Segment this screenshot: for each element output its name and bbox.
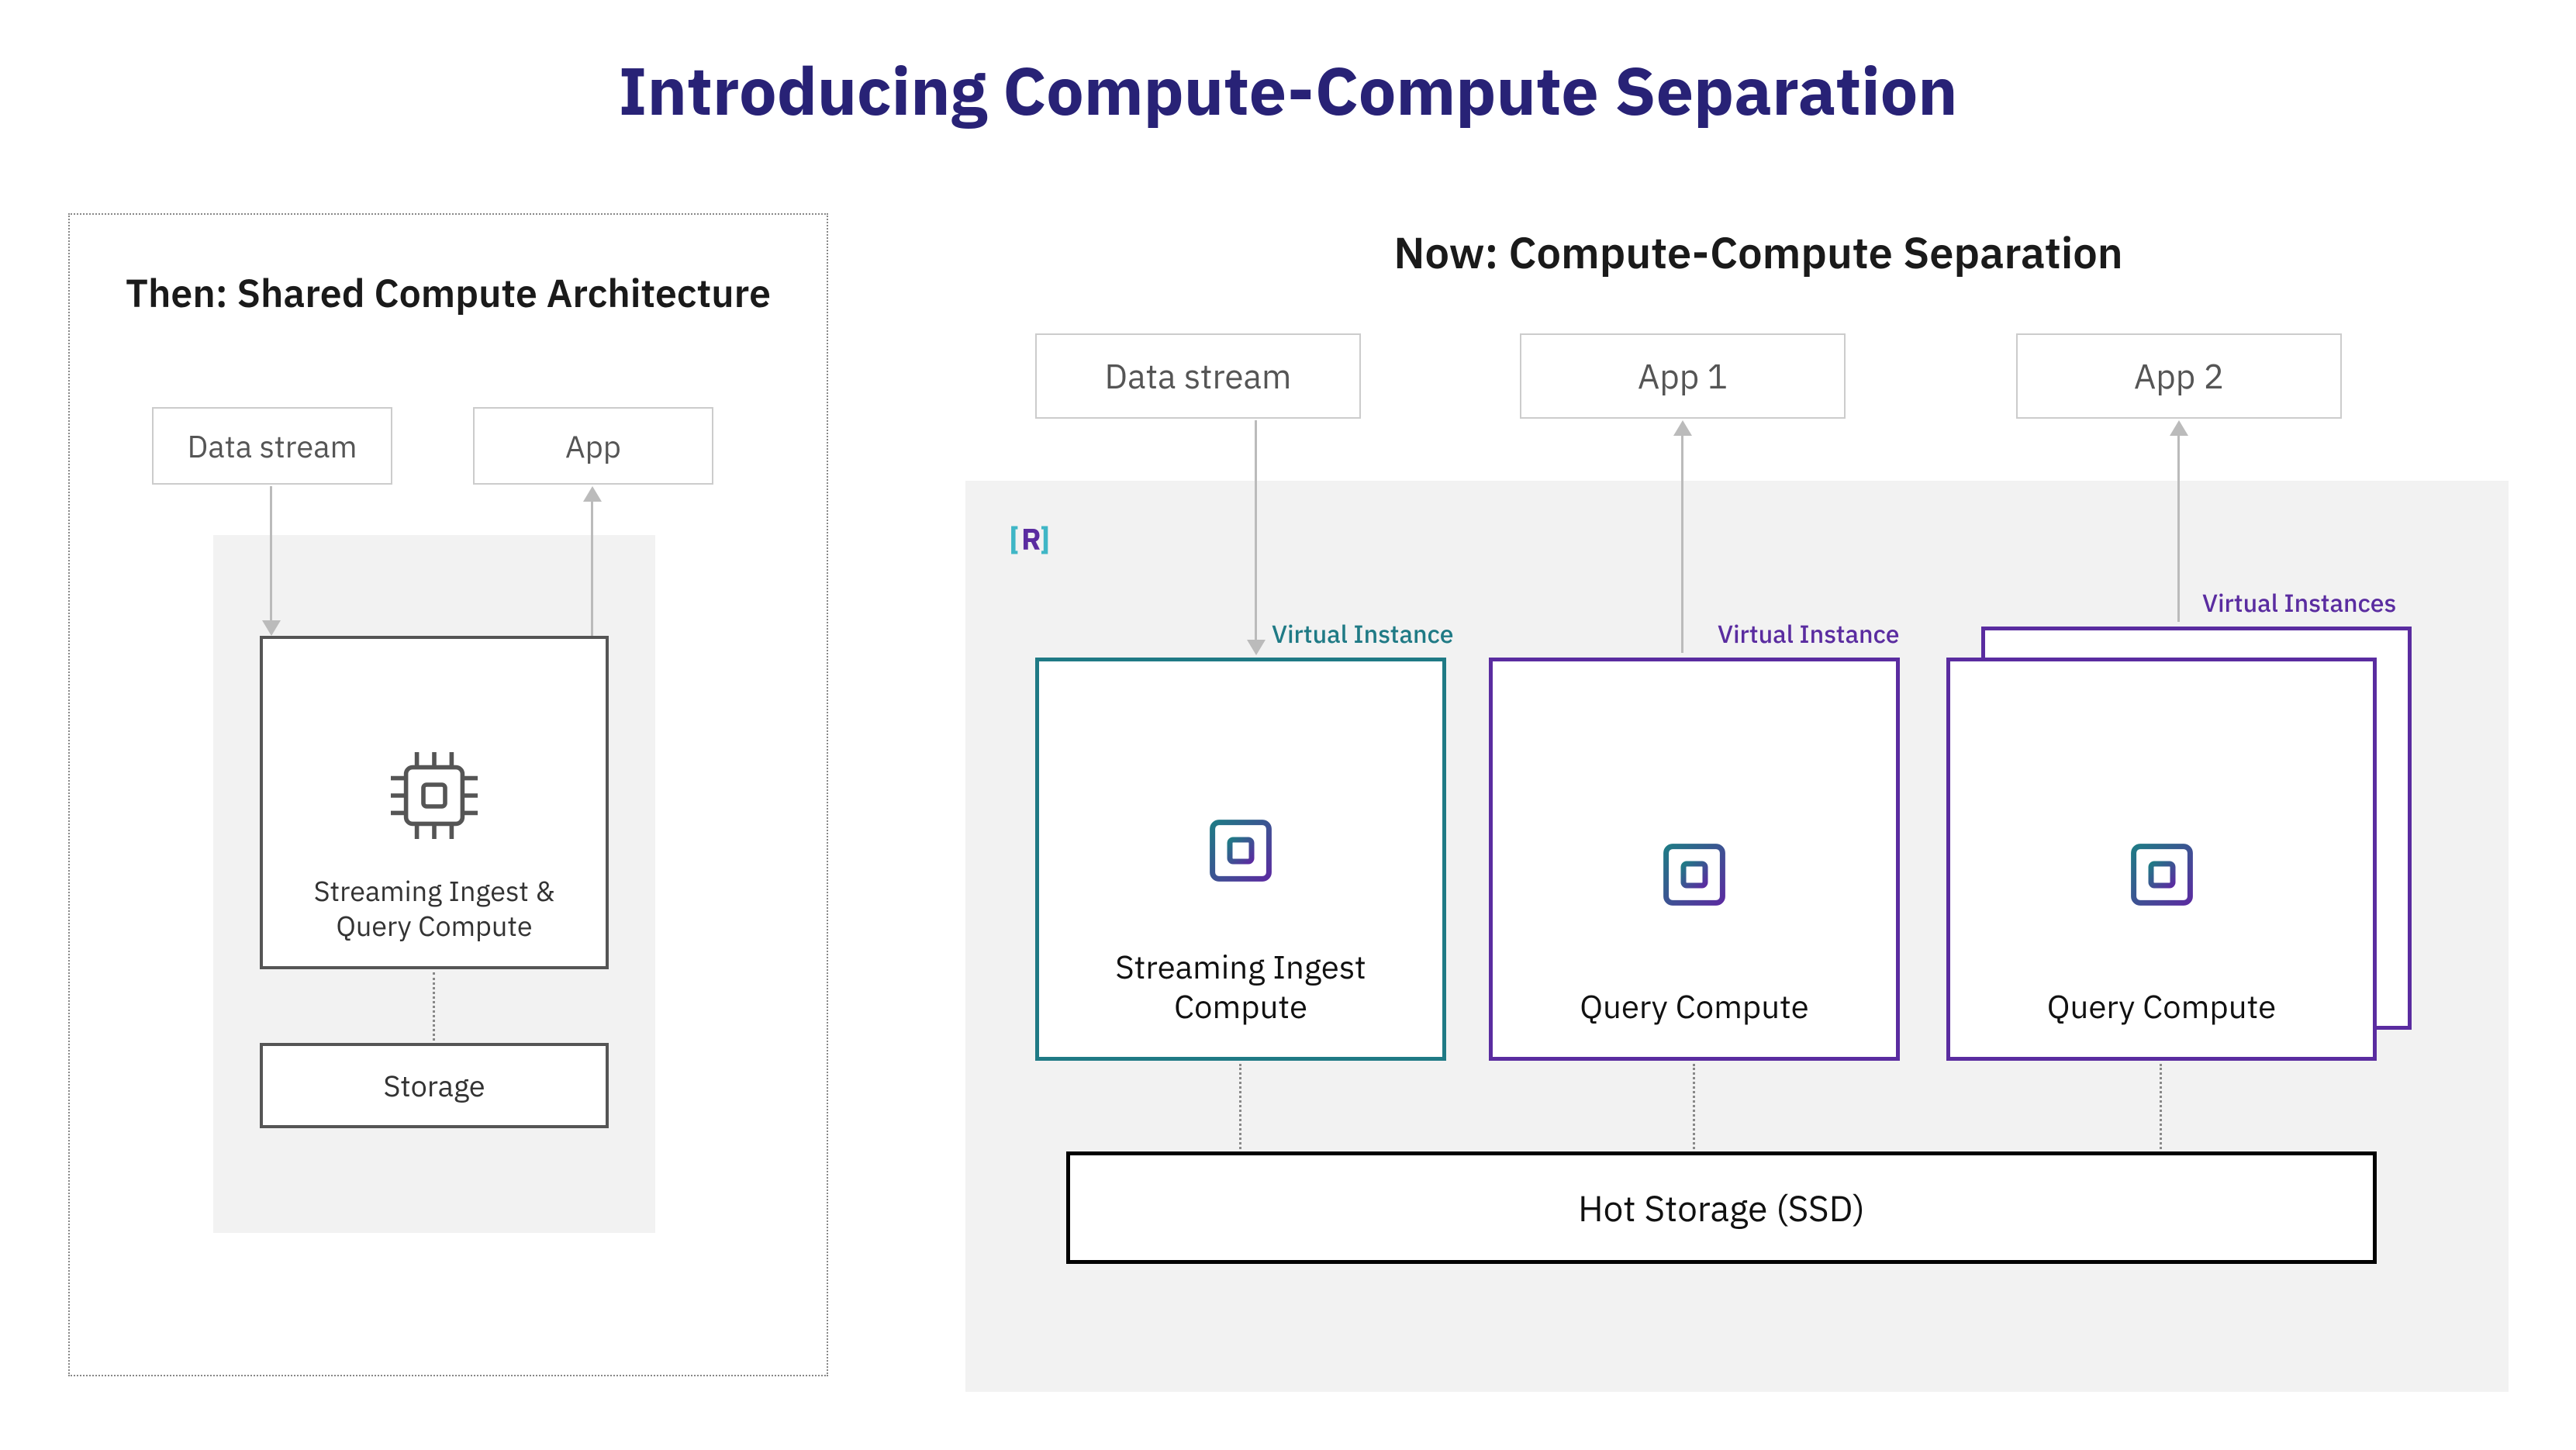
then-arrow-datastream-head <box>262 620 281 636</box>
vi-label-query2: Virtual Instances <box>2202 586 2396 619</box>
now-arrow-app1-stem <box>1681 436 1683 653</box>
now-arrow-datastream-head <box>1247 640 1266 655</box>
now-app2-box: App 2 <box>2016 333 2342 419</box>
svg-text:]: ] <box>1040 518 1050 558</box>
then-compute-to-storage-connector <box>433 972 435 1041</box>
now-arrow-datastream-stem <box>1255 420 1257 641</box>
then-compute-label-line2: Query Compute <box>336 908 532 943</box>
then-storage-label: Storage <box>383 1067 485 1105</box>
ingest-compute-label-line1: Streaming Ingest <box>1115 948 1366 986</box>
then-storage-box: Storage <box>260 1043 609 1128</box>
then-compute-label-line1: Streaming Ingest & <box>314 873 555 908</box>
cpu-chip-icon <box>1186 796 1295 905</box>
query-compute-label-1: Query Compute <box>1580 987 1808 1026</box>
cpu-chip-icon <box>1640 820 1749 929</box>
then-app-box: App <box>473 407 713 485</box>
vi-label-ingest: Virtual Instance <box>1272 617 1453 650</box>
now-app1-box: App 1 <box>1520 333 1846 419</box>
query1-to-storage-connector <box>1693 1064 1695 1149</box>
query2-to-storage-connector <box>2160 1064 2162 1149</box>
then-arrow-app-head <box>583 486 602 502</box>
ingest-compute-label-line2: Compute <box>1174 987 1307 1026</box>
now-heading: Now: Compute-Compute Separation <box>1000 225 2516 281</box>
now-data-stream-label: Data stream <box>1105 354 1292 399</box>
now-app2-label: App 2 <box>2134 354 2224 399</box>
ingest-compute-box: Streaming Ingest Compute <box>1035 658 1446 1061</box>
query-compute-label-2: Query Compute <box>2047 987 2276 1026</box>
page-title: Introducing Compute-Compute Separation <box>0 47 2576 133</box>
cpu-chip-icon <box>2108 820 2216 929</box>
now-data-stream-box: Data stream <box>1035 333 1361 419</box>
now-arrow-app1-head <box>1673 420 1692 436</box>
then-heading: Then: Shared Compute Architecture <box>68 268 828 318</box>
then-arrow-app-stem <box>591 500 593 636</box>
rockset-logo-icon: [ R ] <box>1004 516 1054 565</box>
then-arrow-datastream-stem <box>270 486 272 622</box>
query-compute-box-2: Query Compute <box>1946 658 2377 1061</box>
now-app1-label: App 1 <box>1638 354 1728 399</box>
then-data-stream-box: Data stream <box>152 407 392 485</box>
now-arrow-app2-head <box>2170 420 2188 436</box>
now-arrow-app2-stem <box>2177 436 2180 622</box>
hot-storage-box: Hot Storage (SSD) <box>1066 1151 2377 1264</box>
svg-text:R: R <box>1021 520 1041 558</box>
then-compute-box: Streaming Ingest & Query Compute <box>260 636 609 969</box>
then-app-label: App <box>565 426 621 466</box>
cpu-chip-icon <box>380 741 489 850</box>
then-data-stream-label: Data stream <box>188 426 357 466</box>
hot-storage-label: Hot Storage (SSD) <box>1578 1185 1865 1231</box>
svg-text:[: [ <box>1009 518 1019 558</box>
query-compute-box-1: Query Compute <box>1489 658 1900 1061</box>
vi-label-query1: Virtual Instance <box>1718 617 1899 650</box>
ingest-to-storage-connector <box>1239 1064 1241 1149</box>
